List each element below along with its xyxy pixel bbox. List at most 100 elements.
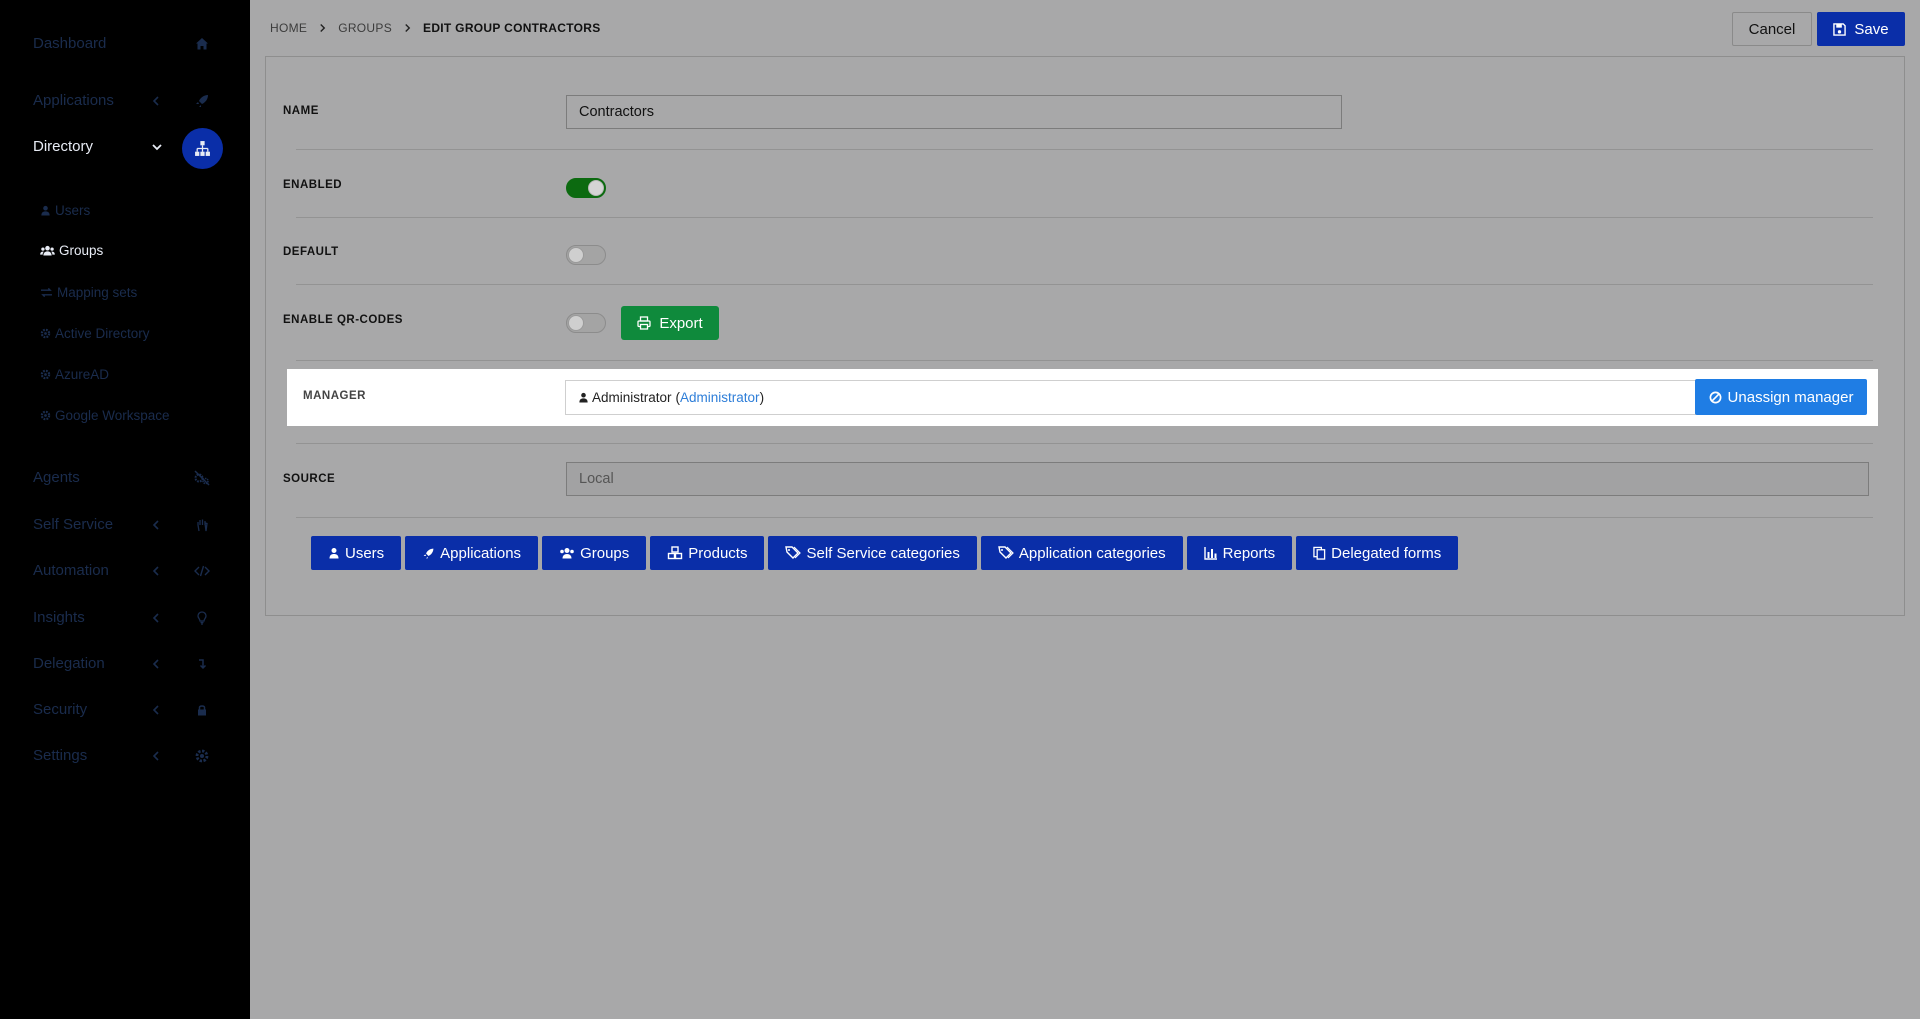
copy-icon [1313, 546, 1326, 560]
sidebar-item-delegation[interactable]: Delegation [0, 644, 250, 684]
chevron-left-icon [152, 659, 159, 669]
divider [296, 284, 1873, 285]
manager-close-paren: ) [759, 390, 765, 405]
manager-label: MANAGER [303, 390, 366, 402]
breadcrumb-home[interactable]: HOME [270, 21, 307, 35]
manager-link[interactable]: Administrator [680, 390, 760, 405]
sidebar-item-self-service[interactable]: Self Service [0, 505, 250, 545]
manager-name: Administrator [592, 390, 672, 405]
tab-label: Applications [440, 544, 522, 562]
unassign-manager-button[interactable]: Unassign manager [1695, 379, 1867, 415]
sidebar-subitem-active-directory[interactable]: Active Directory [40, 323, 150, 343]
sidebar-item-label: Delegation [33, 655, 105, 672]
tab-self-service-categories[interactable]: Self Service categories [768, 536, 977, 570]
toggle-knob [568, 247, 584, 263]
name-input[interactable]: Contractors [566, 95, 1342, 129]
tags-icon [785, 546, 802, 559]
breadcrumb: HOME GROUPS EDIT GROUP CONTRACTORS [270, 21, 601, 35]
tab-label: Products [688, 544, 748, 562]
tab-label: Self Service categories [806, 544, 960, 562]
export-button[interactable]: Export [621, 306, 719, 340]
tab-delegated-forms[interactable]: Delegated forms [1296, 536, 1459, 570]
gear-icon [195, 749, 209, 763]
tab-label: Users [345, 544, 385, 562]
source-field: Local [566, 462, 1869, 496]
sidebar-item-automation[interactable]: Automation [0, 551, 250, 591]
sidebar-item-label: Dashboard [33, 35, 107, 52]
tab-products[interactable]: Products [650, 536, 765, 570]
users-icon [40, 245, 55, 256]
divider [296, 443, 1873, 444]
rocket-icon [196, 95, 208, 107]
default-toggle[interactable] [566, 245, 606, 265]
ban-icon [1709, 391, 1721, 403]
chevron-left-icon [152, 566, 159, 576]
chevron-left-icon [152, 705, 159, 715]
directory-badge [182, 128, 223, 169]
user-icon [329, 548, 339, 559]
enabled-label: ENABLED [283, 179, 343, 191]
tab-groups[interactable]: Groups [542, 536, 647, 570]
user-icon [41, 205, 50, 216]
manager-row: MANAGER Administrator (Administrator) Un… [287, 369, 1878, 426]
lock-icon [198, 705, 206, 716]
tab-applications[interactable]: Applications [405, 536, 539, 570]
enable-qr-codes-toggle[interactable] [566, 313, 606, 333]
sidebar-item-label: Self Service [33, 516, 114, 533]
manager-field[interactable]: Administrator (Administrator) [565, 380, 1696, 415]
sidebar-subitem-label: Active Directory [55, 325, 150, 341]
sidebar-item-insights[interactable]: Insights [0, 598, 250, 638]
breadcrumb-groups[interactable]: GROUPS [338, 21, 392, 35]
divider [296, 149, 1873, 150]
sidebar-item-label: Applications [33, 92, 114, 109]
sidebar-item-applications[interactable]: Applications [0, 81, 250, 121]
sidebar-item-agents[interactable]: Agents [0, 458, 250, 498]
chevron-left-icon [152, 613, 159, 623]
sidebar-item-label: Directory [33, 138, 94, 155]
save-button[interactable]: Save [1817, 12, 1905, 46]
sitemap-icon [195, 141, 210, 156]
sidebar-subitem-label: Mapping sets [57, 284, 138, 300]
gear-icon [40, 328, 51, 338]
cancel-button[interactable]: Cancel [1732, 12, 1812, 46]
home-icon [196, 38, 208, 50]
enabled-toggle[interactable] [566, 178, 606, 198]
sidebar-subitem-users[interactable]: Users [40, 200, 90, 220]
export-button-label: Export [659, 314, 703, 332]
hand-icon [197, 519, 208, 532]
sidebar-subitem-groups[interactable]: Groups [40, 240, 103, 260]
sidebar-subitem-azuread[interactable]: AzureAD [40, 364, 109, 384]
delegation-icon [199, 659, 207, 670]
tab-reports[interactable]: Reports [1186, 536, 1293, 570]
sidebar-subitem-label: Users [55, 202, 91, 218]
sidebar-item-label: Automation [33, 562, 109, 579]
related-tabs: Users Applications Groups Products Self … [311, 536, 1459, 570]
toggle-knob [568, 315, 584, 331]
tab-users[interactable]: Users [311, 536, 402, 570]
divider [296, 217, 1873, 218]
source-label: SOURCE [283, 473, 336, 485]
unassign-manager-label: Unassign manager [1727, 388, 1854, 406]
divider [296, 517, 1873, 518]
sidebar-item-label: Security [33, 701, 88, 718]
user-icon [579, 392, 588, 403]
tab-label: Application categories [1018, 544, 1166, 562]
sidebar-item-security[interactable]: Security [0, 690, 250, 730]
chevron-right-icon [404, 23, 411, 33]
sidebar-item-settings[interactable]: Settings [0, 736, 250, 776]
tab-application-categories[interactable]: Application categories [980, 536, 1183, 570]
name-label: NAME [283, 105, 319, 117]
tab-label: Delegated forms [1331, 544, 1442, 562]
agents-icon [194, 470, 210, 486]
sidebar-item-dashboard[interactable]: Dashboard [0, 24, 250, 64]
gear-icon [40, 410, 51, 420]
rocket-icon [423, 548, 434, 558]
sidebar-item-label: Settings [33, 747, 88, 764]
sidebar-subitem-label: Google Workspace [55, 407, 170, 423]
chevron-left-icon [152, 96, 159, 106]
sidebar-subitem-google-workspace[interactable]: Google Workspace [40, 405, 170, 425]
chevron-left-icon [152, 520, 159, 530]
sidebar-subitem-mapping-sets[interactable]: Mapping sets [40, 282, 137, 302]
tab-label: Reports [1222, 544, 1276, 562]
tab-label: Groups [580, 544, 630, 562]
